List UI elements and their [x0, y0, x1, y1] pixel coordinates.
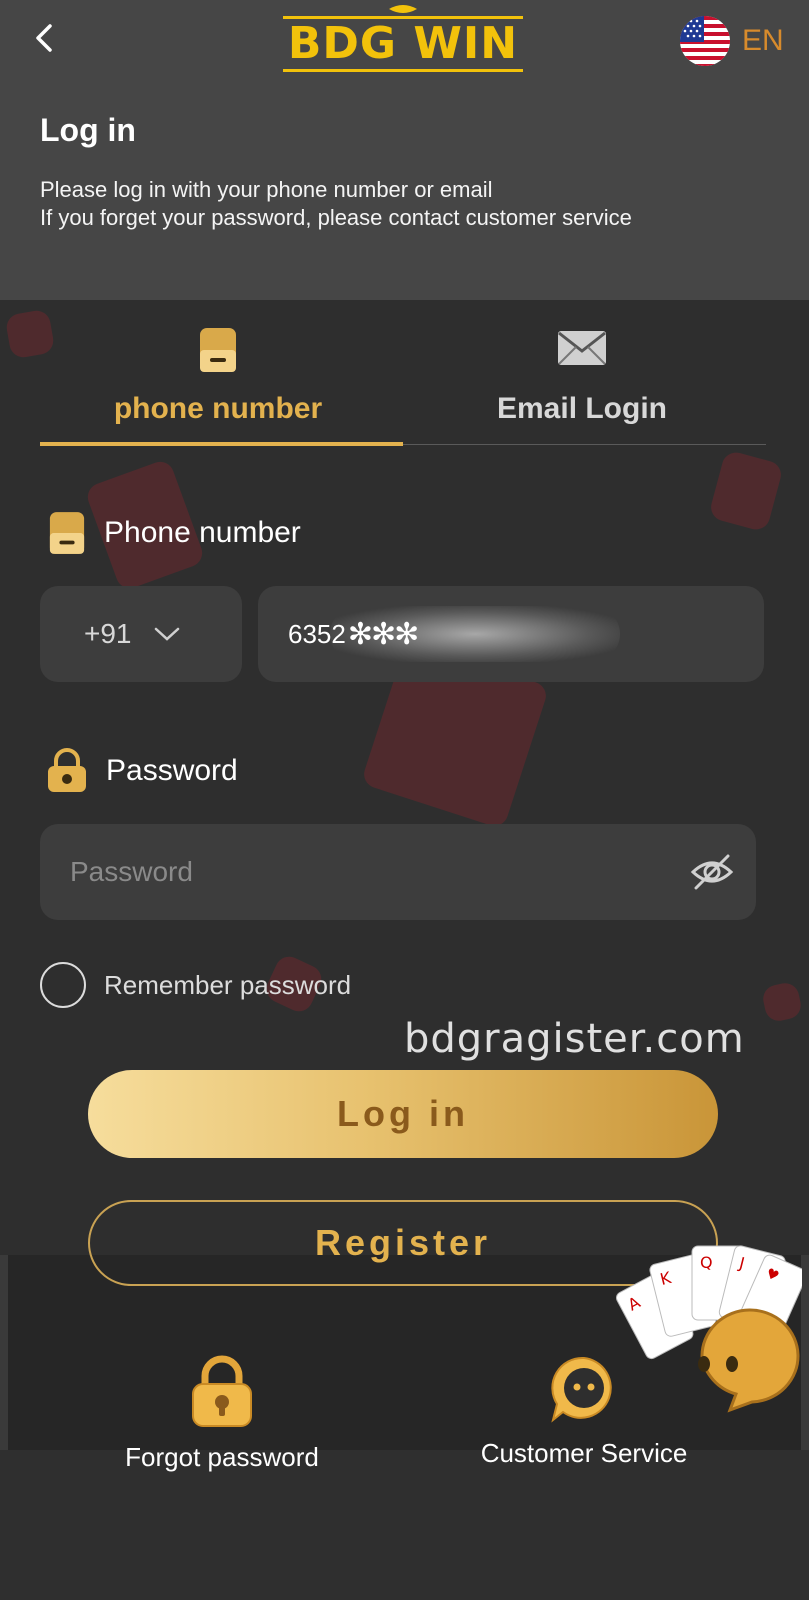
phone-icon — [200, 328, 236, 372]
remember-password-checkbox[interactable]: Remember password — [40, 962, 351, 1008]
envelope-icon — [558, 331, 606, 365]
tab-phone-number[interactable]: phone number — [40, 320, 396, 448]
phone-icon — [49, 512, 85, 554]
password-input[interactable] — [40, 824, 756, 920]
brand-logo: BDG WIN — [281, 4, 525, 76]
page-title: Log in — [40, 112, 136, 148]
back-button[interactable] — [24, 18, 64, 58]
forgot-password-label: Forgot password — [125, 1442, 319, 1472]
logo-bottom-bar — [283, 69, 523, 72]
instruction-line-1: Please log in with your phone number or … — [40, 177, 493, 202]
active-tab-indicator — [40, 442, 403, 446]
password-label: Password — [46, 748, 238, 794]
playing-cards-mascot-icon: A K Q J ♥ — [615, 1245, 808, 1413]
country-code-value: +91 — [84, 618, 132, 649]
eye-off-icon — [690, 854, 734, 890]
forgot-password-link[interactable]: Forgot password — [114, 1354, 330, 1473]
phone-number-label: Phone number — [48, 510, 301, 556]
chevron-left-icon — [36, 24, 52, 52]
instruction-line-2: If you forget your password, please cont… — [40, 205, 632, 230]
checkbox-circle — [40, 962, 86, 1008]
password-label-text: Password — [106, 754, 238, 787]
language-label: EN — [742, 24, 784, 57]
customer-service-label: Customer Service — [480, 1438, 688, 1468]
logo-text: BDG WIN — [287, 18, 519, 69]
language-selector[interactable]: EN — [680, 16, 784, 66]
chevron-down-icon — [154, 627, 179, 641]
tab-email-login[interactable]: Email Login — [404, 320, 760, 448]
chat-support-icon — [551, 1356, 612, 1423]
tab-email-login-label: Email Login — [496, 392, 667, 425]
floating-support-widget[interactable]: A K Q J ♥ — [612, 1236, 808, 1416]
phone-redaction-blur — [330, 606, 620, 662]
country-code-select[interactable]: +91 — [40, 586, 242, 682]
phone-number-label-text: Phone number — [104, 516, 301, 549]
svg-text:Q: Q — [700, 1253, 713, 1272]
site-watermark: bdgragister.com — [404, 1016, 745, 1062]
tab-phone-number-label: phone number — [113, 392, 323, 425]
lock-icon — [48, 748, 86, 792]
padlock-icon — [192, 1355, 252, 1427]
us-flag-icon — [680, 16, 730, 66]
toggle-password-visibility-button[interactable] — [690, 852, 734, 892]
header: BDG WIN EN — [0, 0, 809, 80]
login-instructions: Please log in with your phone number or … — [40, 176, 632, 232]
login-button[interactable]: Log in — [88, 1070, 718, 1158]
crown-ornament-icon — [389, 5, 417, 13]
remember-password-label: Remember password — [104, 969, 352, 1000]
